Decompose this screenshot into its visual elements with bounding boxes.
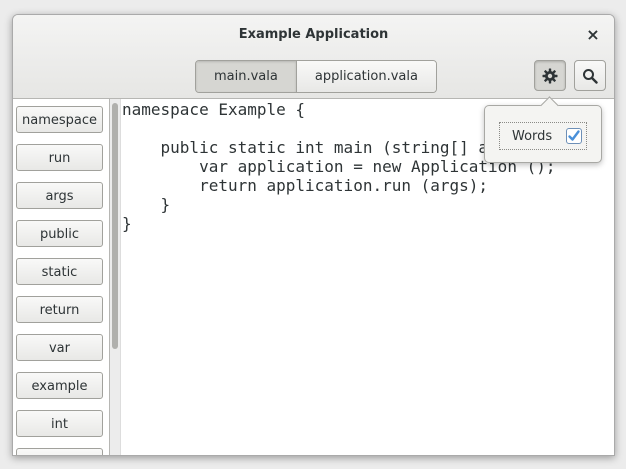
- app-window: Example Application × main.vala applicat…: [12, 14, 615, 456]
- word-button-static[interactable]: static: [16, 258, 103, 285]
- word-button-args[interactable]: args: [16, 182, 103, 209]
- header-bar: Example Application × main.vala applicat…: [13, 15, 614, 99]
- word-button-public[interactable]: public: [16, 220, 103, 247]
- word-button-var[interactable]: var: [16, 334, 103, 361]
- settings-button[interactable]: [534, 60, 566, 91]
- settings-popover: Words: [484, 96, 602, 163]
- word-list-sidebar: namespace run args public static return …: [13, 99, 110, 455]
- words-option-label: Words: [512, 128, 553, 144]
- window-title: Example Application: [238, 27, 389, 42]
- words-checkbox[interactable]: [566, 128, 582, 144]
- word-button-run[interactable]: run: [16, 144, 103, 171]
- checkmark-icon: [568, 130, 580, 141]
- search-icon: [583, 68, 598, 84]
- word-button-return[interactable]: return: [16, 296, 103, 323]
- gear-icon: [542, 68, 558, 83]
- stack-switcher: main.vala application.vala: [195, 60, 437, 93]
- scrollbar-thumb[interactable]: [112, 103, 118, 349]
- search-button[interactable]: [574, 60, 606, 91]
- word-button-partial[interactable]: [16, 448, 103, 455]
- words-option[interactable]: Words: [499, 122, 587, 150]
- close-icon[interactable]: ×: [584, 25, 602, 45]
- word-button-int[interactable]: int: [16, 410, 103, 437]
- editor-scrollbar[interactable]: [110, 99, 121, 455]
- word-button-namespace[interactable]: namespace: [16, 106, 103, 133]
- tab-application-vala[interactable]: application.vala: [295, 61, 436, 92]
- tab-main-vala[interactable]: main.vala: [196, 61, 296, 92]
- word-button-example[interactable]: example: [16, 372, 103, 399]
